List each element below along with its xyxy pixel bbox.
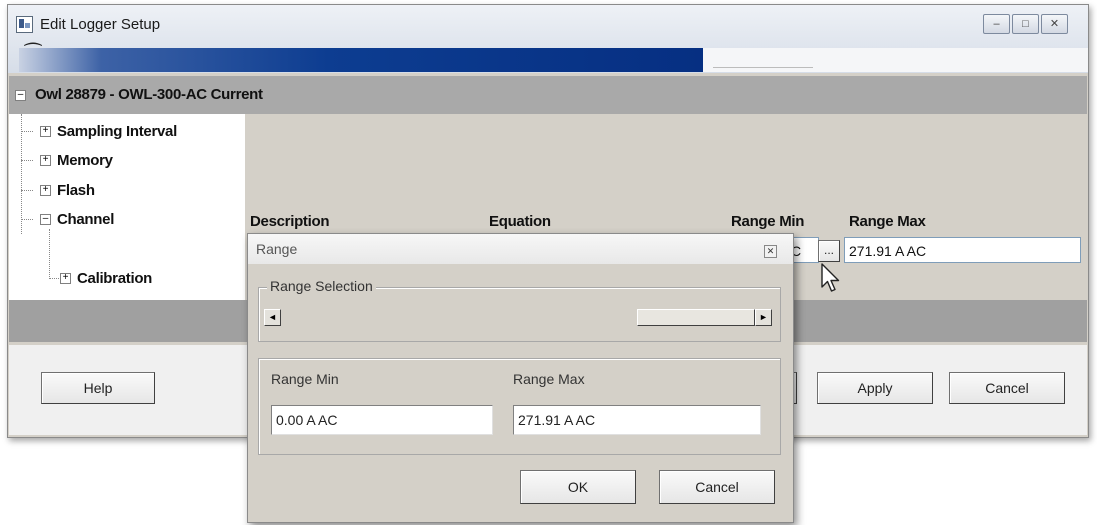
mouse-pointer-icon — [821, 263, 840, 292]
column-header-equation: Equation — [489, 213, 551, 230]
range-dialog: Range ✕ Range Selection ◄ ► Range Min Ra… — [247, 233, 794, 523]
device-name: Owl 28879 - OWL-300-AC Current — [35, 86, 263, 103]
collapse-icon[interactable]: – — [15, 90, 26, 101]
range-min-label: Range Min — [271, 371, 339, 387]
app-icon — [16, 16, 33, 33]
tree-item-label: Channel — [57, 211, 115, 228]
range-min-field[interactable]: 0.00 A AC — [271, 405, 493, 435]
tree-line — [21, 131, 33, 132]
tree-line — [21, 160, 33, 161]
column-header-range-min: Range Min — [731, 213, 805, 230]
logo-mark-icon: ⁀ — [25, 44, 42, 66]
range-browse-button[interactable]: ... — [818, 240, 840, 262]
range-selection-group: Range Selection ◄ ► — [258, 278, 781, 342]
apply-button[interactable]: Apply — [817, 372, 933, 404]
range-max-field[interactable]: 271.91 A AC — [513, 405, 761, 435]
range-max-label: Range Max — [513, 371, 585, 387]
title-bar[interactable]: Edit Logger Setup – □ ✕ ⁀ — [8, 5, 1088, 73]
expand-icon[interactable]: + — [60, 273, 71, 284]
dialog-title-bar[interactable]: Range ✕ — [248, 234, 793, 264]
close-button[interactable]: ✕ — [1041, 14, 1068, 34]
ok-button[interactable]: OK — [520, 470, 636, 504]
help-button[interactable]: Help — [41, 372, 155, 404]
range-values-group: Range Min Range Max 0.00 A AC 271.91 A A… — [258, 358, 781, 455]
tree-line — [49, 229, 50, 279]
banner-blank — [703, 48, 1088, 72]
scroll-thumb[interactable] — [637, 309, 755, 326]
tree-item-label: Calibration — [77, 270, 153, 287]
maximize-button[interactable]: □ — [1012, 14, 1039, 34]
close-icon[interactable]: ✕ — [764, 245, 777, 258]
dialog-cancel-button[interactable]: Cancel — [659, 470, 775, 504]
tree-item-label: Sampling Interval — [57, 123, 177, 140]
minimize-button[interactable]: – — [983, 14, 1010, 34]
tree-line — [21, 190, 33, 191]
tree-item-label: Flash — [57, 182, 95, 199]
group-label: Range Selection — [267, 278, 376, 294]
collapse-icon[interactable]: – — [40, 214, 51, 225]
scroll-right-icon[interactable]: ► — [755, 309, 772, 326]
expand-icon[interactable]: + — [40, 185, 51, 196]
dialog-title: Range — [256, 241, 298, 257]
header-banner: ⁀ — [19, 44, 703, 72]
expand-icon[interactable]: + — [40, 126, 51, 137]
tree-root-header[interactable]: – Owl 28879 - OWL-300-AC Current — [9, 76, 1087, 114]
tree-line — [21, 219, 33, 220]
scroll-left-icon[interactable]: ◄ — [264, 309, 281, 326]
window-title: Edit Logger Setup — [40, 16, 161, 33]
divider — [713, 67, 813, 68]
range-max-cell[interactable]: 271.91 A AC — [844, 237, 1081, 263]
cancel-button[interactable]: Cancel — [949, 372, 1065, 404]
tree-item-label: Memory — [57, 152, 113, 169]
column-header-description: Description — [250, 213, 330, 230]
expand-icon[interactable]: + — [40, 155, 51, 166]
tree-line — [21, 114, 22, 234]
column-header-range-max: Range Max — [849, 213, 926, 230]
